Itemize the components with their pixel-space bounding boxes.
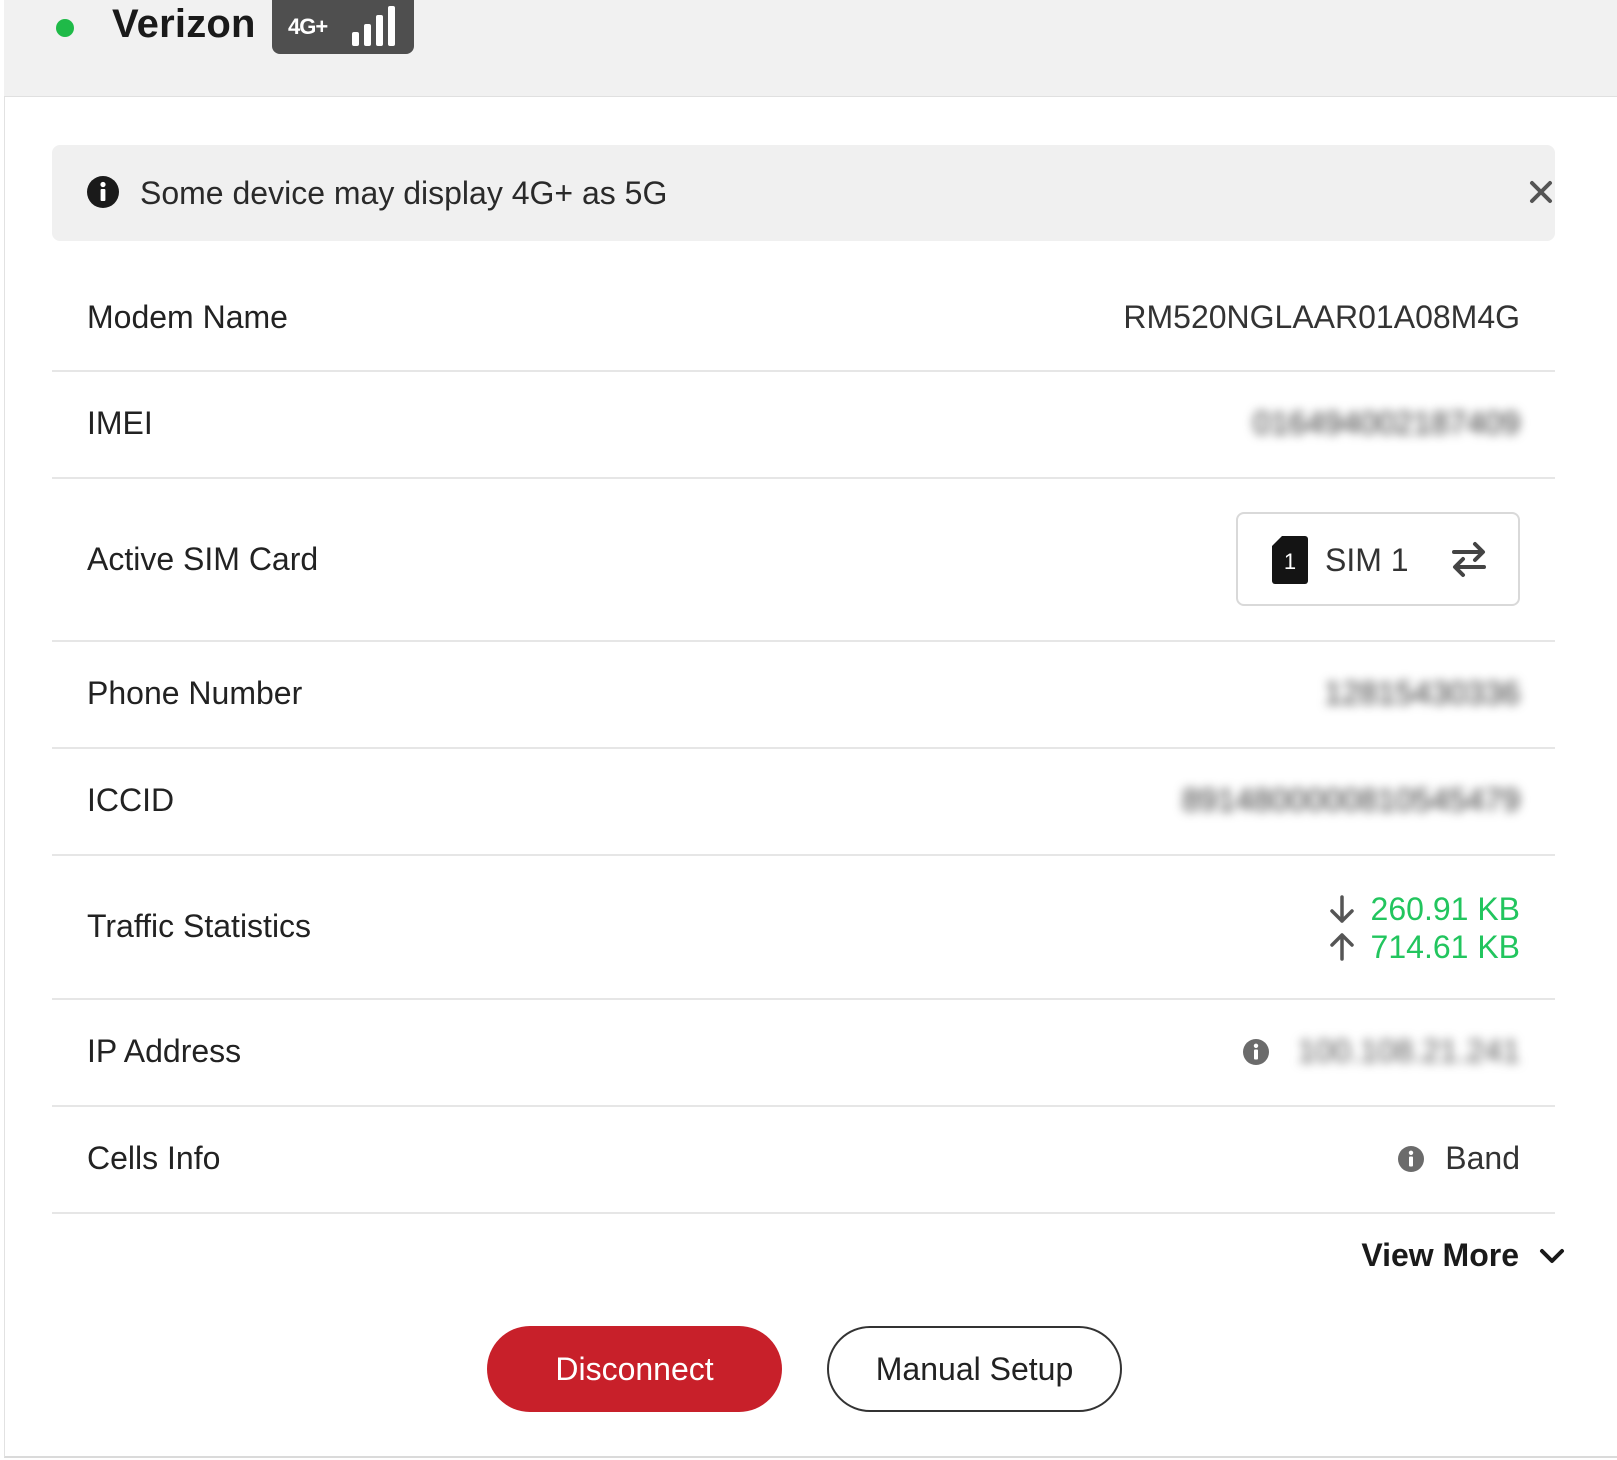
- row-ip-address: IP Address 100.108.21.241: [52, 1000, 1555, 1107]
- sim-label: SIM 1: [1325, 542, 1409, 578]
- ip-address-value-group: 100.108.21.241: [1242, 1033, 1520, 1070]
- carrier-name: Verizon: [112, 2, 256, 46]
- cells-info-value-group: Band: [1397, 1140, 1520, 1177]
- row-cells-info: Cells Info Band: [52, 1107, 1555, 1214]
- connection-status-dot: [56, 19, 74, 37]
- network-badge: 4G+: [272, 0, 414, 54]
- signal-bars-icon: [352, 4, 398, 46]
- row-imei: IMEI 016494002187409: [52, 372, 1555, 479]
- active-sim-label: Active SIM Card: [87, 541, 319, 577]
- phone-number-label: Phone Number: [87, 675, 303, 711]
- traffic-values: 260.91 KB 714.61 KB: [1300, 890, 1520, 970]
- iccid-value: 8914800000810545479: [1181, 782, 1520, 818]
- arrow-up-icon: [1327, 932, 1357, 962]
- chevron-down-icon: [1539, 1247, 1565, 1265]
- notice-banner: Some device may display 4G+ as 5G: [52, 145, 1555, 241]
- ip-address-value: 100.108.21.241: [1297, 1033, 1520, 1069]
- view-more-label: View More: [1361, 1237, 1519, 1273]
- upload-value: 714.61 KB: [1370, 928, 1520, 965]
- info-circle-icon: [86, 175, 120, 214]
- notice-text: Some device may display 4G+ as 5G: [140, 175, 668, 211]
- sim-card-icon: 1: [1272, 536, 1308, 589]
- modem-name-label: Modem Name: [87, 299, 288, 335]
- network-type: 4G+: [288, 14, 328, 39]
- row-iccid: ICCID 8914800000810545479: [52, 749, 1555, 856]
- info-icon[interactable]: [1397, 1145, 1425, 1173]
- imei-label: IMEI: [87, 405, 153, 441]
- disconnect-button[interactable]: Disconnect: [487, 1326, 782, 1412]
- manual-setup-button[interactable]: Manual Setup: [827, 1326, 1122, 1412]
- row-modem-name: Modem Name RM520NGLAAR01A08M4G: [52, 241, 1555, 372]
- arrow-down-icon: [1327, 894, 1357, 924]
- upload-stat: 714.61 KB: [1327, 928, 1520, 966]
- ip-address-label: IP Address: [87, 1033, 242, 1069]
- view-more-toggle[interactable]: View More: [1361, 1237, 1565, 1274]
- sim-number: 1: [1284, 549, 1296, 574]
- sim-switch-button[interactable]: 1 SIM 1: [1236, 512, 1520, 606]
- imei-value: 016494002187409: [1253, 405, 1520, 441]
- download-value: 260.91 KB: [1370, 890, 1520, 927]
- iccid-label: ICCID: [87, 782, 175, 818]
- phone-number-value: 12815430336: [1324, 675, 1520, 711]
- row-phone-number: Phone Number 12815430336: [52, 642, 1555, 749]
- modem-name-value: RM520NGLAAR01A08M4G: [1123, 299, 1520, 335]
- cells-info-label: Cells Info: [87, 1140, 221, 1176]
- download-stat: 260.91 KB: [1327, 890, 1520, 928]
- row-active-sim: Active SIM Card 1 SIM 1: [52, 479, 1555, 642]
- close-icon[interactable]: [1522, 173, 1560, 211]
- row-traffic-statistics: Traffic Statistics 260.91 KB 714.61 KB: [52, 856, 1555, 1000]
- cells-info-value: Band: [1445, 1140, 1520, 1176]
- info-icon[interactable]: [1242, 1038, 1270, 1066]
- carrier-header: Verizon 4G+: [4, 0, 1617, 97]
- traffic-label: Traffic Statistics: [87, 908, 312, 944]
- swap-arrows-icon: [1450, 540, 1488, 583]
